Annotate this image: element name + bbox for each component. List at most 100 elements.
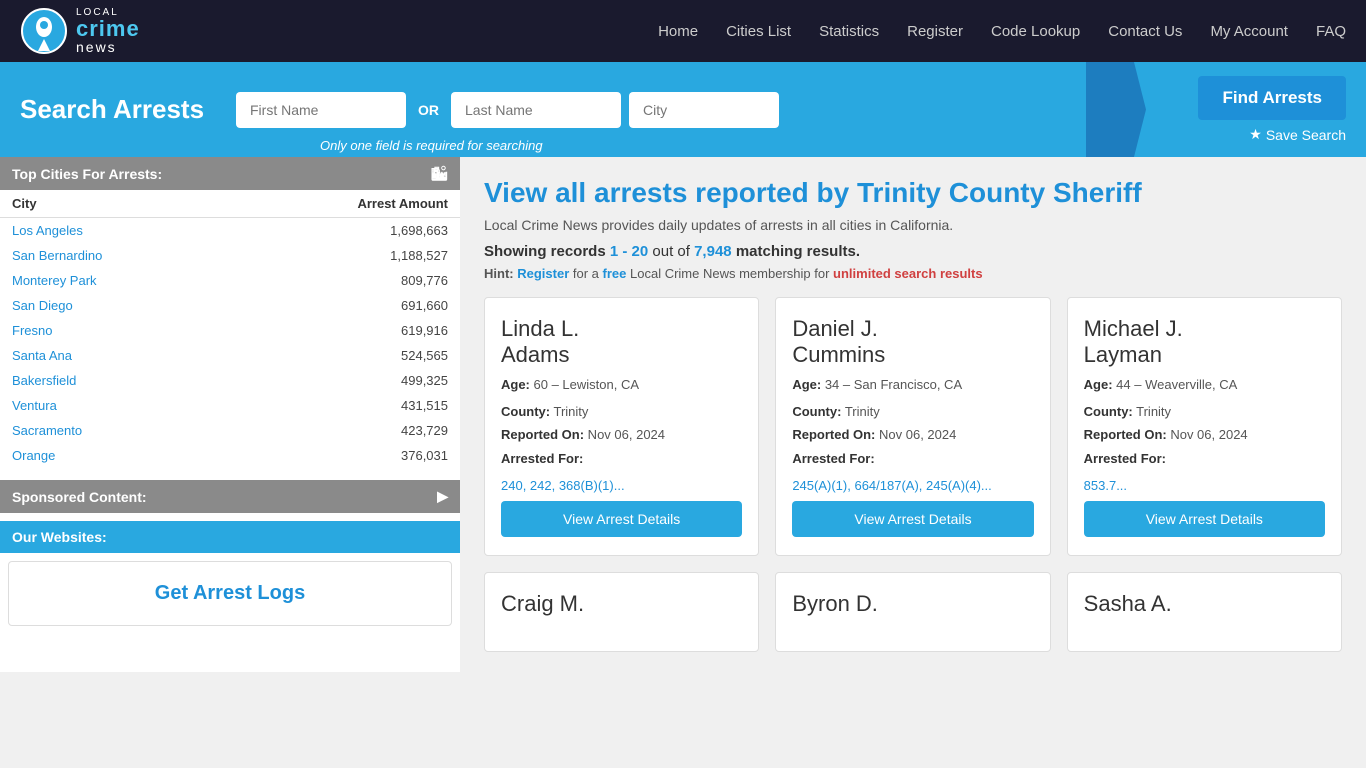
search-title: Search Arrests bbox=[20, 94, 220, 125]
arrest-age: Age: 34 – San Francisco, CA bbox=[792, 377, 1033, 392]
nav-links-list: Home Cities List Statistics Register Cod… bbox=[658, 23, 1346, 40]
hint-membership-text: Local Crime News membership for bbox=[630, 266, 829, 281]
arrest-card-partial: Craig M. bbox=[484, 572, 759, 652]
view-arrest-details-button[interactable]: View Arrest Details bbox=[1084, 501, 1325, 537]
out-of-label: out of bbox=[652, 243, 690, 260]
arrest-details: County: Trinity Reported On: Nov 06, 202… bbox=[501, 400, 742, 470]
logo-crime-text: crime bbox=[76, 18, 140, 40]
city-name[interactable]: San Diego bbox=[0, 293, 230, 318]
city-count: 431,515 bbox=[230, 393, 460, 418]
arrest-details: County: Trinity Reported On: Nov 06, 202… bbox=[1084, 400, 1325, 470]
our-websites-header: Our Websites: bbox=[0, 521, 460, 553]
hint-line: Hint: Register for a free Local Crime Ne… bbox=[484, 266, 1342, 281]
partial-cards-grid: Craig M. Byron D. Sasha A. bbox=[484, 572, 1342, 652]
table-row: Fresno 619,916 bbox=[0, 318, 460, 343]
city-name[interactable]: Santa Ana bbox=[0, 343, 230, 368]
city-input[interactable] bbox=[629, 92, 779, 128]
nav-my-account[interactable]: My Account bbox=[1210, 23, 1288, 40]
city-count: 1,188,527 bbox=[230, 243, 460, 268]
sponsored-label: Sponsored Content: bbox=[12, 489, 147, 505]
table-row: San Bernardino 1,188,527 bbox=[0, 243, 460, 268]
city-name[interactable]: Ventura bbox=[0, 393, 230, 418]
arrest-card: Linda L.Adams Age: 60 – Lewiston, CA Cou… bbox=[484, 297, 759, 556]
nav-cities-list[interactable]: Cities List bbox=[726, 23, 791, 40]
logo-news-text: news bbox=[76, 40, 140, 54]
city-name[interactable]: Orange bbox=[0, 443, 230, 468]
arrest-name-partial: Craig M. bbox=[501, 591, 742, 617]
arrest-cards-grid: Linda L.Adams Age: 60 – Lewiston, CA Cou… bbox=[484, 297, 1342, 556]
hint-register-link[interactable]: Register bbox=[517, 266, 569, 281]
top-cities-header: Top Cities For Arrests: 🏙 bbox=[0, 157, 460, 190]
search-actions: Find Arrests ★ Save Search bbox=[1198, 76, 1346, 143]
hint-for-text: for a bbox=[573, 266, 599, 281]
city-count: 524,565 bbox=[230, 343, 460, 368]
table-row: Ventura 431,515 bbox=[0, 393, 460, 418]
find-arrests-button[interactable]: Find Arrests bbox=[1198, 76, 1346, 120]
arrest-name-partial: Sasha A. bbox=[1084, 591, 1325, 617]
view-arrest-details-button[interactable]: View Arrest Details bbox=[792, 501, 1033, 537]
arrest-card: Michael J.Layman Age: 44 – Weaverville, … bbox=[1067, 297, 1342, 556]
our-websites-label: Our Websites: bbox=[12, 529, 107, 545]
city-name[interactable]: Sacramento bbox=[0, 418, 230, 443]
showing-label: Showing records bbox=[484, 243, 606, 260]
matching-label: matching results. bbox=[736, 243, 860, 260]
logo[interactable]: LOCAL crime news bbox=[20, 7, 140, 55]
arrest-name-partial: Byron D. bbox=[792, 591, 1033, 617]
sponsored-content-header: Sponsored Content: ▶ bbox=[0, 480, 460, 513]
star-icon: ★ bbox=[1249, 126, 1262, 143]
page-title: View all arrests reported by Trinity Cou… bbox=[484, 177, 1342, 209]
nav-faq[interactable]: FAQ bbox=[1316, 23, 1346, 40]
nav-home[interactable]: Home bbox=[658, 23, 698, 40]
last-name-input[interactable] bbox=[451, 92, 621, 128]
search-hint: Only one field is required for searching bbox=[320, 138, 543, 153]
first-name-input[interactable] bbox=[236, 92, 406, 128]
get-arrest-logs-title: Get Arrest Logs bbox=[29, 582, 431, 605]
city-count: 691,660 bbox=[230, 293, 460, 318]
search-inputs-group: OR bbox=[236, 92, 1182, 128]
city-name[interactable]: Fresno bbox=[0, 318, 230, 343]
save-search-button[interactable]: ★ Save Search bbox=[1249, 126, 1346, 143]
page-subtitle: Local Crime News provides daily updates … bbox=[484, 217, 1342, 233]
city-column-header: City bbox=[0, 190, 230, 218]
arrest-age: Age: 44 – Weaverville, CA bbox=[1084, 377, 1325, 392]
arrest-charges: 245(A)(1), 664/187(A), 245(A)(4)... bbox=[792, 478, 1033, 493]
content-area: View all arrests reported by Trinity Cou… bbox=[460, 157, 1366, 672]
table-row: Orange 376,031 bbox=[0, 443, 460, 468]
hint-prefix: Hint: bbox=[484, 266, 514, 281]
nav-register[interactable]: Register bbox=[907, 23, 963, 40]
city-name[interactable]: Los Angeles bbox=[0, 218, 230, 244]
city-name[interactable]: Bakersfield bbox=[0, 368, 230, 393]
nav-contact-us[interactable]: Contact Us bbox=[1108, 23, 1182, 40]
view-arrest-details-button[interactable]: View Arrest Details bbox=[501, 501, 742, 537]
main-layout: Top Cities For Arrests: 🏙 City Arrest Am… bbox=[0, 157, 1366, 672]
city-name[interactable]: Monterey Park bbox=[0, 268, 230, 293]
table-row: Monterey Park 809,776 bbox=[0, 268, 460, 293]
city-count: 376,031 bbox=[230, 443, 460, 468]
results-summary: Showing records 1 - 20 out of 7,948 matc… bbox=[484, 243, 1342, 260]
arrest-card-partial: Sasha A. bbox=[1067, 572, 1342, 652]
arrest-name: Linda L.Adams bbox=[501, 316, 742, 369]
arrow-decoration bbox=[1086, 62, 1146, 157]
results-total: 7,948 bbox=[694, 243, 732, 260]
hint-unlimited-text: unlimited search results bbox=[833, 266, 983, 281]
table-row: San Diego 691,660 bbox=[0, 293, 460, 318]
get-arrest-logs-box: Get Arrest Logs bbox=[8, 561, 452, 626]
search-bar: Search Arrests OR Find Arrests ★ Save Se… bbox=[0, 62, 1366, 157]
arrest-charges: 240, 242, 368(B)(1)... bbox=[501, 478, 742, 493]
table-row: Santa Ana 524,565 bbox=[0, 343, 460, 368]
nav-statistics[interactable]: Statistics bbox=[819, 23, 879, 40]
top-cities-label: Top Cities For Arrests: bbox=[12, 166, 162, 182]
or-label: OR bbox=[414, 102, 443, 118]
cities-icon: 🏙 bbox=[430, 165, 448, 182]
top-navigation: LOCAL crime news Home Cities List Statis… bbox=[0, 0, 1366, 62]
nav-code-lookup[interactable]: Code Lookup bbox=[991, 23, 1080, 40]
city-name[interactable]: San Bernardino bbox=[0, 243, 230, 268]
cities-table: City Arrest Amount Los Angeles 1,698,663… bbox=[0, 190, 460, 468]
table-row: Los Angeles 1,698,663 bbox=[0, 218, 460, 244]
save-search-label: Save Search bbox=[1266, 127, 1346, 143]
city-count: 619,916 bbox=[230, 318, 460, 343]
city-count: 1,698,663 bbox=[230, 218, 460, 244]
logo-icon bbox=[20, 7, 68, 55]
arrest-name: Michael J.Layman bbox=[1084, 316, 1325, 369]
hint-free-text: free bbox=[603, 266, 627, 281]
